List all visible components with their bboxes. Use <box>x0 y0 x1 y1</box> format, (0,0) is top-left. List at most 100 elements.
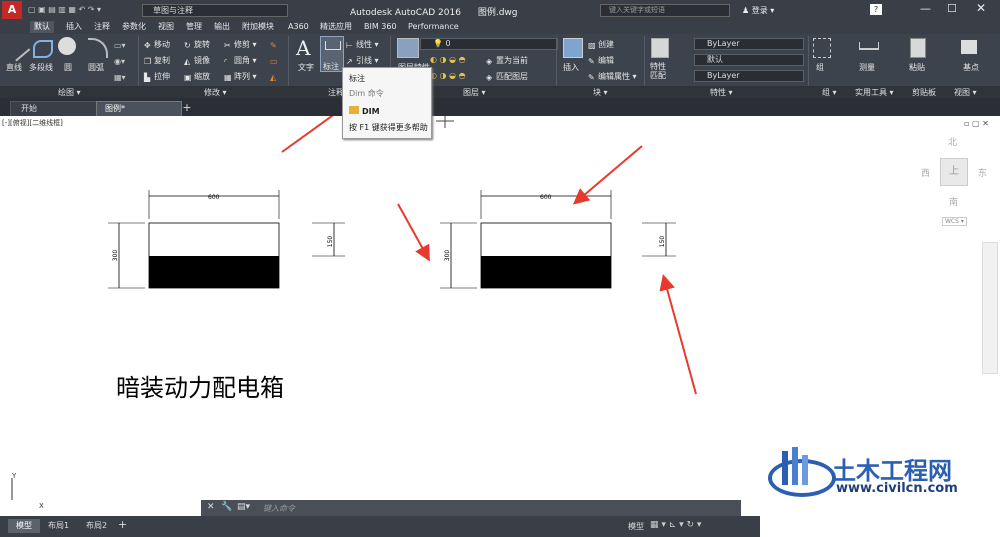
group-button[interactable]: 组 <box>816 62 824 73</box>
match-layer-button[interactable]: ◈ 匹配图层 <box>486 71 528 82</box>
panel-symbol-left[interactable] <box>108 190 345 289</box>
layers-panel-title[interactable]: 图层 ▾ <box>463 87 486 98</box>
block-panel-title[interactable]: 块 ▾ <box>593 87 608 98</box>
tab-a360[interactable]: A360 <box>284 21 313 33</box>
view-panel-title[interactable]: 视图 ▾ <box>954 87 977 98</box>
file-tab-start[interactable]: 开始 <box>10 101 98 117</box>
tab-performance[interactable]: Performance <box>404 21 463 33</box>
scale-button[interactable]: ▣ 缩放 <box>184 71 210 82</box>
utilities-panel-title[interactable]: 实用工具 ▾ <box>855 87 894 98</box>
edit-attributes-button[interactable]: ✎ 编辑属性 ▾ <box>588 71 637 82</box>
layer-tool-icons[interactable]: ◐ ◑ ◒ ◓ ◐ ◑ ◒ ◓ <box>430 52 466 84</box>
insert-icon[interactable] <box>563 38 583 58</box>
leader-button[interactable]: ↗ 引线 ▾ <box>346 55 379 66</box>
command-input[interactable]: 键入命令 <box>263 503 295 514</box>
draw-title: 绘图 <box>58 88 74 97</box>
quick-access-toolbar[interactable]: ▢ ▣ ▤ ▥ ▦ ↶ ↷ ▾ <box>28 5 138 15</box>
paste-icon[interactable] <box>910 38 926 58</box>
close-button[interactable]: ✕ <box>976 1 986 15</box>
measure-button[interactable]: 测量 <box>859 62 875 73</box>
groups-panel-title[interactable]: 组 ▾ <box>822 87 837 98</box>
copy-button[interactable]: ❐ 复制 <box>144 55 170 66</box>
measure-icon[interactable] <box>859 42 879 50</box>
base-point-icon[interactable] <box>961 40 977 54</box>
text-button[interactable]: 文字 <box>298 62 314 73</box>
modify-panel-title[interactable]: 修改 ▾ <box>204 87 227 98</box>
layer-dropdown[interactable]: 💡 0 <box>420 38 558 50</box>
login-button[interactable]: ♟ 登录 ▾ <box>742 5 774 16</box>
edit-block-button[interactable]: ✎ 编辑 <box>588 55 614 66</box>
tab-addins[interactable]: 附加模块 <box>238 21 278 33</box>
new-tab-button[interactable]: + <box>180 101 194 115</box>
workspace-selector[interactable]: 草图与注释 <box>142 4 288 17</box>
model-space-button[interactable]: 模型 <box>628 521 644 532</box>
tab-bim360[interactable]: BIM 360 <box>360 21 401 33</box>
layout-tab-2[interactable]: 布局2 <box>80 519 113 533</box>
rotate-button[interactable]: ↻ 旋转 <box>184 39 210 50</box>
move-button[interactable]: ✥ 移动 <box>144 39 170 50</box>
minimize-button[interactable]: — <box>920 2 931 15</box>
layer-properties-icon[interactable] <box>397 38 419 58</box>
search-box[interactable]: 键入关键字或短语 <box>600 4 730 17</box>
group-icon[interactable] <box>813 38 831 58</box>
stretch-button[interactable]: ▙ 拉伸 <box>144 71 170 82</box>
insert-button[interactable]: 插入 <box>563 62 579 73</box>
command-history-icon[interactable]: ▤▾ <box>237 502 250 512</box>
color-dropdown[interactable]: ByLayer <box>694 38 804 50</box>
help-icon[interactable]: ? <box>870 4 882 15</box>
color-value: ByLayer <box>707 39 740 48</box>
file-tab-drawing[interactable]: 图例* <box>96 101 182 117</box>
panel-symbol-right[interactable] <box>440 190 676 289</box>
workspace-label: 草图与注释 <box>153 6 193 15</box>
draw-extra-icons[interactable]: ▭▾ ◉▾ ▦▾ <box>114 38 134 86</box>
close-command-icon[interactable]: ✕ <box>207 502 215 512</box>
box-filled-half <box>149 256 279 288</box>
match-properties-icon[interactable] <box>651 38 669 58</box>
tab-manage[interactable]: 管理 <box>182 21 206 33</box>
paste-button[interactable]: 粘贴 <box>909 62 925 73</box>
trim-button[interactable]: ✂ 修剪 ▾ <box>224 39 257 50</box>
arc-button[interactable]: 圆弧 <box>88 62 104 73</box>
clipboard-panel-title[interactable]: 剪贴板 <box>912 87 936 98</box>
box-filled-half <box>481 256 611 288</box>
line-button[interactable]: 直线 <box>6 62 22 73</box>
match-properties-button[interactable]: 特性匹配 <box>650 62 672 80</box>
status-toggle-icons[interactable]: ▦ ▾ ⊾ ▾ ↻ ▾ <box>650 520 701 530</box>
scale-label: 缩放 <box>194 72 210 81</box>
tab-insert[interactable]: 插入 <box>62 21 86 33</box>
layout-tab-1[interactable]: 布局1 <box>42 519 75 533</box>
wrench-icon[interactable]: 🔧 <box>221 502 232 512</box>
file-title: 图例.dwg <box>477 8 518 18</box>
circle-button[interactable]: 圆 <box>64 62 72 73</box>
create-block-button[interactable]: ▨ 创建 <box>588 39 614 50</box>
layout-tab-model[interactable]: 模型 <box>8 519 40 533</box>
tab-view[interactable]: 视图 <box>154 21 178 33</box>
tab-default[interactable]: 默认 <box>30 21 54 33</box>
lineweight-dropdown[interactable]: ByLayer <box>694 70 804 82</box>
tab-annotate[interactable]: 注释 <box>90 21 114 33</box>
command-line[interactable]: ✕ 🔧 ▤▾ 键入命令 <box>201 500 741 516</box>
draw-panel-title[interactable]: 绘图 ▾ <box>58 87 81 98</box>
linear-button[interactable]: ⊢ 线性 ▾ <box>346 39 379 50</box>
tab-featured-apps[interactable]: 精选应用 <box>316 21 356 33</box>
app-logo[interactable]: A <box>2 1 22 19</box>
dimension-button[interactable]: 标注 <box>320 36 344 72</box>
tab-parametric[interactable]: 参数化 <box>118 21 150 33</box>
properties-panel-title[interactable]: 特性 ▾ <box>710 87 733 98</box>
maximize-button[interactable]: ☐ <box>947 2 957 15</box>
modify-extra-icons[interactable]: ✎ ▭ ◭ <box>270 38 284 86</box>
array-button[interactable]: ▦ 阵列 ▾ <box>224 71 257 82</box>
add-layout-button[interactable]: + <box>118 518 127 531</box>
fillet-button[interactable]: ◜ 圆角 ▾ <box>224 55 257 66</box>
window-title: Autodesk AutoCAD 2016 图例.dwg <box>350 5 517 18</box>
mirror-label: 镜像 <box>194 56 210 65</box>
array-label: 阵列 <box>234 72 250 81</box>
clipboard-title: 剪贴板 <box>912 88 936 97</box>
mirror-button[interactable]: ◭ 镜像 <box>184 55 210 66</box>
base-point-button[interactable]: 基点 <box>963 62 979 73</box>
polyline-button[interactable]: 多段线 <box>29 62 53 73</box>
linetype-dropdown[interactable]: 默认 <box>694 54 804 66</box>
drawing-label[interactable]: 暗装动力配电箱 <box>116 368 284 403</box>
tab-output[interactable]: 输出 <box>210 21 234 33</box>
set-current-button[interactable]: ◈ 置为当前 <box>486 55 528 66</box>
